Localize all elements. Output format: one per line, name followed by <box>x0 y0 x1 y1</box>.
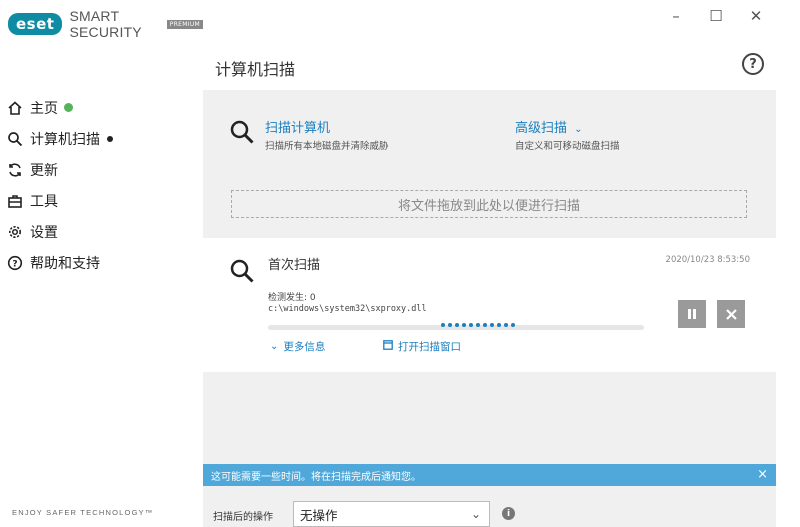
sidebar-nav: 主页 计算机扫描 更新 工具 设置 ? 帮助和支持 <box>6 92 113 278</box>
advanced-scan-title: 高级扫描 ⌄ <box>515 117 620 136</box>
toolbox-icon <box>6 192 24 210</box>
edition-badge: PREMIUM <box>166 19 203 29</box>
scan-options: 扫描计算机 扫描所有本地磁盘并清除威胁 高级扫描 ⌄ 自定义和可移动磁盘扫描 <box>203 105 776 165</box>
sidebar-item-label: 更新 <box>30 162 58 179</box>
pause-icon <box>687 305 697 324</box>
refresh-icon <box>6 161 24 179</box>
notice-text: 这可能需要一些时间。将在扫描完成后通知您。 <box>211 471 421 483</box>
eset-logo-badge: eset <box>8 13 63 35</box>
page-title: 计算机扫描 <box>215 60 296 79</box>
help-circle-icon: ? <box>6 254 24 272</box>
progress-indicator-dots <box>441 323 515 327</box>
sidebar-item-computer-scan[interactable]: 计算机扫描 <box>6 123 113 154</box>
scan-computer-option[interactable]: 扫描计算机 扫描所有本地磁盘并清除威胁 <box>229 117 389 152</box>
sidebar-item-home[interactable]: 主页 <box>6 92 113 123</box>
gear-icon <box>6 223 24 241</box>
scan-computer-title: 扫描计算机 <box>265 121 331 136</box>
status-ok-badge <box>64 103 73 112</box>
chevron-down-icon: ⌄ <box>574 124 583 135</box>
after-scan-action-row: 扫描后的操作 无操作 ⌄ i <box>203 500 776 527</box>
chevron-down-icon: ⌄ <box>270 341 279 352</box>
window-controls: – ☐ ✕ <box>668 7 764 25</box>
home-icon <box>6 99 24 117</box>
sidebar-item-label: 工具 <box>30 193 58 210</box>
scan-timestamp: 2020/10/23 8:53:50 <box>665 255 750 265</box>
open-scan-window-link[interactable]: 打开扫描窗口 <box>383 339 461 354</box>
search-icon <box>229 119 255 149</box>
after-scan-value: 无操作 <box>300 507 338 523</box>
svg-text:?: ? <box>12 259 17 269</box>
close-button[interactable]: ✕ <box>748 7 764 25</box>
detection-count: 检测发生: 0 <box>268 293 316 303</box>
sidebar-item-label: 设置 <box>30 224 58 241</box>
after-scan-label: 扫描后的操作 <box>213 512 273 523</box>
tagline: ENJOY SAFER TECHNOLOGY™ <box>12 508 154 517</box>
close-icon <box>725 305 737 324</box>
search-icon <box>6 130 24 148</box>
sidebar-item-help[interactable]: ? 帮助和支持 <box>6 247 113 278</box>
sidebar: eset SMART SECURITY PREMIUM 主页 计算机扫描 更新 <box>0 0 203 527</box>
search-icon <box>229 258 255 288</box>
product-name: SMART SECURITY <box>69 8 142 40</box>
window-icon <box>383 340 393 353</box>
after-scan-action-select[interactable]: 无操作 ⌄ <box>293 501 490 527</box>
main-panel: 计算机扫描 ? 扫描计算机 扫描所有本地磁盘并清除威胁 高级扫描 ⌄ 自定义和可… <box>203 40 776 527</box>
app-logo: eset SMART SECURITY PREMIUM <box>8 8 203 40</box>
maximize-button[interactable]: ☐ <box>708 7 724 25</box>
current-file-path: c:\windows\system32\sxproxy.dll <box>268 304 427 314</box>
sidebar-item-update[interactable]: 更新 <box>6 154 113 185</box>
chevron-down-icon: ⌄ <box>470 507 481 521</box>
info-icon[interactable]: i <box>502 507 515 520</box>
stop-button[interactable] <box>717 300 745 328</box>
sidebar-item-label: 计算机扫描 <box>30 131 100 148</box>
sidebar-item-label: 帮助和支持 <box>30 255 100 272</box>
page-header: 计算机扫描 ? <box>203 40 776 90</box>
scan-progress-card: 首次扫描 2020/10/23 8:53:50 检测发生: 0 c:\windo… <box>203 238 776 372</box>
scan-computer-desc: 扫描所有本地磁盘并清除威胁 <box>265 141 389 152</box>
active-indicator <box>107 135 113 142</box>
scan-title: 首次扫描 <box>268 258 321 273</box>
sidebar-item-label: 主页 <box>30 100 58 117</box>
advanced-scan-label: 高级扫描 <box>515 121 568 136</box>
more-info-link[interactable]: ⌄ 更多信息 <box>270 339 325 354</box>
advanced-scan-option[interactable]: 高级扫描 ⌄ 自定义和可移动磁盘扫描 <box>515 117 620 152</box>
minimize-button[interactable]: – <box>668 7 684 25</box>
help-button[interactable]: ? <box>742 53 764 75</box>
notice-close-button[interactable]: × <box>757 467 768 482</box>
file-drop-zone[interactable]: 将文件拖放到此处以便进行扫描 <box>231 190 747 218</box>
info-notice-bar: 这可能需要一些时间。将在扫描完成后通知您。 × <box>203 464 776 486</box>
sidebar-item-tools[interactable]: 工具 <box>6 185 113 216</box>
advanced-scan-desc: 自定义和可移动磁盘扫描 <box>515 141 620 152</box>
sidebar-item-settings[interactable]: 设置 <box>6 216 113 247</box>
more-info-label: 更多信息 <box>283 341 326 353</box>
pause-button[interactable] <box>678 300 706 328</box>
open-scan-window-label: 打开扫描窗口 <box>398 341 461 353</box>
